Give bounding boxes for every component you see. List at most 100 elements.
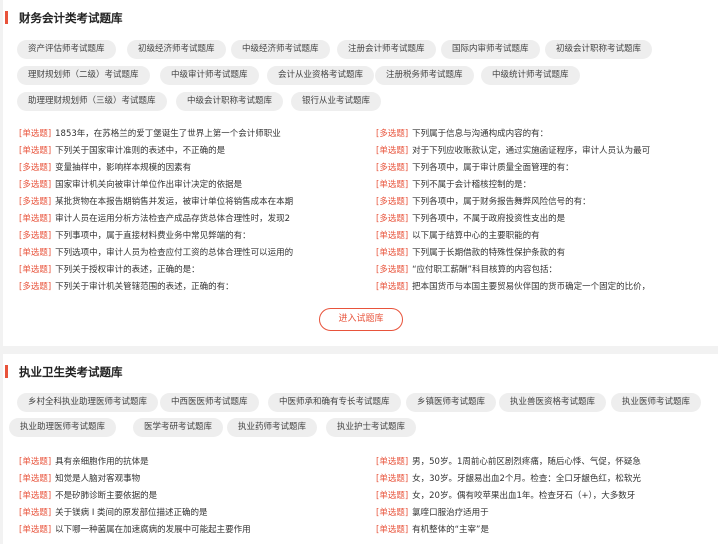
tag-item[interactable]: 银行从业考试题库 <box>291 92 382 111</box>
question-item[interactable]: [单选题] 审计人员在运用分析方法检查产成品存货总体合理性时，发现2 <box>19 213 359 226</box>
tag-item[interactable]: 国际内审师考试题库 <box>441 40 540 59</box>
question-item[interactable]: [单选题] 女，20岁。偶有咬苹果出血1年。检查牙石（+），大多数牙 <box>376 490 716 503</box>
question-type: [多选题] <box>19 231 52 241</box>
question-text[interactable]: 下列关于国家审计准则的表述中，不正确的是 <box>55 146 225 156</box>
tag-item[interactable]: 中级统计师考试题库 <box>481 66 580 85</box>
question-text[interactable]: 下列关于授权审计的表述，正确的是： <box>55 265 200 275</box>
question-text[interactable]: 下列各项中，属于财务报告舞弊风险信号的有： <box>412 197 591 207</box>
section-header: 执业卫生类考试题库 <box>3 354 718 386</box>
question-text[interactable]: 下列选项中，审计人员为检查应付工资的总体合理性可以运用的 <box>55 248 293 258</box>
tag-item[interactable]: 中级会计职称考试题库 <box>176 92 284 111</box>
tag-item[interactable]: 理财规划师（二级）考试题库 <box>17 66 150 85</box>
question-item[interactable]: [多选题] 某批货物在本报告期销售并发运，被审计单位将销售成本在本期 <box>19 196 359 209</box>
question-type: [单选题] <box>376 457 409 467</box>
question-type: [多选题] <box>19 163 52 173</box>
question-item[interactable]: [单选题] 以下哪一种菌属在加速腐病的发展中可能起主要作用 <box>19 524 359 537</box>
question-text[interactable]: 下列属于信息与沟通构成内容的有： <box>412 129 548 139</box>
tag-item[interactable]: 中级审计师考试题库 <box>160 66 259 85</box>
question-text[interactable]: 下列关于审计机关管辖范围的表述，正确的有： <box>55 282 234 292</box>
question-text[interactable]: 下列不属于会计稽核控制的是： <box>412 180 531 190</box>
question-text[interactable]: 把本国货币与本国主要贸易伙伴国的货币确定一个固定的比价， <box>412 282 650 292</box>
question-text[interactable]: 以下属于结算中心的主要职能的有 <box>412 231 540 241</box>
question-item[interactable]: [单选题] 有机整体的“主宰”是 <box>376 524 716 537</box>
question-text[interactable]: 知觉是人脑对客观事物 <box>55 474 140 484</box>
tag-item[interactable]: 执业药师考试题库 <box>227 418 318 437</box>
tag-item[interactable]: 初级经济师考试题库 <box>127 40 226 59</box>
question-item[interactable]: [多选题] 下列各项中，属于财务报告舞弊风险信号的有： <box>376 196 716 209</box>
question-item[interactable]: [单选题] 把本国货币与本国主要贸易伙伴国的货币确定一个固定的比价， <box>376 281 716 294</box>
question-item[interactable]: [单选题] 知觉是人脑对客观事物 <box>19 473 359 486</box>
tag-item[interactable]: 中西医医师考试题库 <box>160 393 259 412</box>
question-text[interactable]: 变量抽样中，影响样本规模的因素有 <box>55 163 191 173</box>
question-item[interactable]: [单选题] 不是矽肺诊断主要依据的是 <box>19 490 359 503</box>
question-text[interactable]: 女，20岁。偶有咬苹果出血1年。检查牙石（+），大多数牙 <box>412 491 635 501</box>
question-item[interactable]: [单选题] 以下属于结算中心的主要职能的有 <box>376 230 716 243</box>
question-type: [单选题] <box>376 282 409 292</box>
question-text[interactable]: 男，50岁。1周前心前区剧烈疼痛，随后心悸、气促，怀疑急 <box>412 457 641 467</box>
tag-item[interactable]: 助理理财规划师（三级）考试题库 <box>17 92 167 111</box>
question-text[interactable]: 氯喹口服治疗适用于 <box>412 508 489 518</box>
tag-item[interactable]: 执业护士考试题库 <box>326 418 417 437</box>
tag-item[interactable]: 初级会计职称考试题库 <box>545 40 653 59</box>
question-item[interactable]: [单选题] 下列不属于会计稽核控制的是： <box>376 179 716 192</box>
question-item[interactable]: [单选题] 下列属于长期借款的特殊性保护条款的有 <box>376 247 716 260</box>
question-text[interactable]: 下列各项中，属于审计质量全面管理的有： <box>412 163 574 173</box>
question-text[interactable]: 某批货物在本报告期销售并发运，被审计单位将销售成本在本期 <box>55 197 293 207</box>
question-text[interactable]: 关于镁病 I 类间的原发部位描述正确的是 <box>55 508 207 518</box>
question-item[interactable]: [单选题] 具有亲细胞作用的抗体是 <box>19 456 359 469</box>
question-text[interactable]: 下列各项中，不属于政府投资性支出的是 <box>412 214 565 224</box>
question-item[interactable]: [单选题] 下列关于授权审计的表述，正确的是： <box>19 264 359 277</box>
question-item[interactable]: [多选题] 变量抽样中，影响样本规模的因素有 <box>19 162 359 175</box>
question-item[interactable]: [单选题] 女，30岁。牙龈易出血2个月。检查：全口牙龈色红，松软光 <box>376 473 716 486</box>
question-text[interactable]: 女，30岁。牙龈易出血2个月。检查：全口牙龈色红，松软光 <box>412 474 641 484</box>
question-item[interactable]: [多选题] 下列事项中，属于直接材料费业务中常见弊端的有： <box>19 230 359 243</box>
tag-item[interactable]: 乡村全科执业助理医师考试题库 <box>17 393 159 412</box>
tag-item[interactable]: 乡镇医师考试题库 <box>406 393 497 412</box>
tag-item[interactable]: 注册税务师考试题库 <box>375 66 474 85</box>
section-medical: 执业卫生类考试题库 乡村全科执业助理医师考试题库 中西医医师考试题库 中医师承和… <box>3 354 718 544</box>
question-type: [单选题] <box>376 231 409 241</box>
question-text[interactable]: 具有亲细胞作用的抗体是 <box>55 457 149 467</box>
tag-item[interactable]: 执业医师考试题库 <box>611 393 702 412</box>
question-type: [多选题] <box>376 265 409 275</box>
question-text[interactable]: 有机整体的“主宰”是 <box>412 525 489 535</box>
section-finance: 财务会计类考试题库 资产评估师考试题库 初级经济师考试题库 中级经济师考试题库 … <box>3 0 718 346</box>
tag-item[interactable]: 中医师承和确有专长考试题库 <box>268 393 401 412</box>
question-item[interactable]: [单选题] 氯喹口服治疗适用于 <box>376 507 716 520</box>
question-text[interactable]: 以下哪一种菌属在加速腐病的发展中可能起主要作用 <box>55 525 251 535</box>
question-type: [单选题] <box>376 180 409 190</box>
tag-item[interactable]: 中级经济师考试题库 <box>231 40 330 59</box>
tag-item[interactable]: 执业兽医资格考试题库 <box>499 393 607 412</box>
question-text[interactable]: 审计人员在运用分析方法检查产成品存货总体合理性时，发现2 <box>55 214 290 224</box>
question-text[interactable]: “应付职工薪酬”科目核算的内容包括： <box>412 265 557 275</box>
tag-item[interactable]: 资产评估师考试题库 <box>17 40 116 59</box>
question-item[interactable]: [多选题] “应付职工薪酬”科目核算的内容包括： <box>376 264 716 277</box>
question-type: [单选题] <box>376 491 409 501</box>
question-text[interactable]: 下列事项中，属于直接材料费业务中常见弊端的有： <box>55 231 251 241</box>
tag-item[interactable]: 医学考研考试题库 <box>133 418 224 437</box>
question-item[interactable]: [单选题] 对于下列应收账款认定，通过实施函证程序，审计人员认为最可 <box>376 145 716 158</box>
question-text[interactable]: 对于下列应收账款认定，通过实施函证程序，审计人员认为最可 <box>412 146 650 156</box>
enter-question-bank-button[interactable]: 进入试题库 <box>319 308 403 331</box>
question-text[interactable]: 不是矽肺诊断主要依据的是 <box>55 491 157 501</box>
question-item[interactable]: [多选题] 下列关于审计机关管辖范围的表述，正确的有： <box>19 281 359 294</box>
question-type: [多选题] <box>376 163 409 173</box>
tag-item[interactable]: 注册会计师考试题库 <box>337 40 436 59</box>
question-item[interactable]: [多选题] 国家审计机关向被审计单位作出审计决定的依据是 <box>19 179 359 192</box>
question-text[interactable]: 国家审计机关向被审计单位作出审计决定的依据是 <box>55 180 242 190</box>
title-accent-bar <box>5 11 8 24</box>
tag-item[interactable]: 执业助理医师考试题库 <box>9 418 117 437</box>
question-item[interactable]: [多选题] 下列各项中，不属于政府投资性支出的是 <box>376 213 716 226</box>
question-item[interactable]: [多选题] 下列各项中，属于审计质量全面管理的有： <box>376 162 716 175</box>
question-type: [单选题] <box>376 525 409 535</box>
question-text[interactable]: 1853年，在苏格兰的爱丁堡诞生了世界上第一个会计师职业 <box>55 129 281 139</box>
question-item[interactable]: [单选题] 1853年，在苏格兰的爱丁堡诞生了世界上第一个会计师职业 <box>19 128 359 141</box>
tag-item[interactable]: 会计从业资格考试题库 <box>267 66 375 85</box>
question-item[interactable]: [单选题] 下列关于国家审计准则的表述中，不正确的是 <box>19 145 359 158</box>
question-text[interactable]: 下列属于长期借款的特殊性保护条款的有 <box>412 248 565 258</box>
question-type: [多选题] <box>19 180 52 190</box>
question-item[interactable]: [单选题] 下列选项中，审计人员为检查应付工资的总体合理性可以运用的 <box>19 247 359 260</box>
question-item[interactable]: [单选题] 关于镁病 I 类间的原发部位描述正确的是 <box>19 507 359 520</box>
question-item[interactable]: [单选题] 男，50岁。1周前心前区剧烈疼痛，随后心悸、气促，怀疑急 <box>376 456 716 469</box>
question-item[interactable]: [多选题] 下列属于信息与沟通构成内容的有： <box>376 128 716 141</box>
